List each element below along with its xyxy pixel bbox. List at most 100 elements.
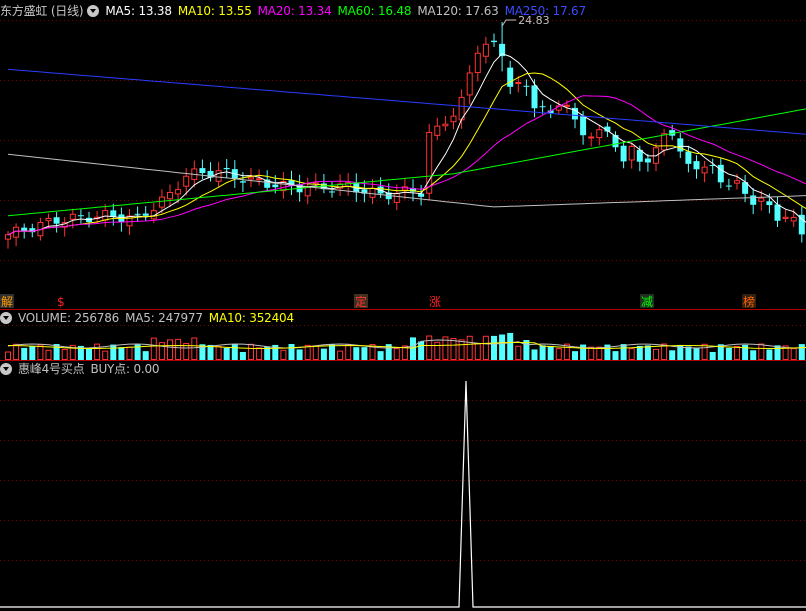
candle-up bbox=[782, 216, 789, 219]
candle-up bbox=[369, 187, 376, 198]
volume-bar bbox=[175, 338, 182, 361]
volume-bar bbox=[539, 345, 546, 360]
volume-bar bbox=[507, 332, 514, 360]
collapse-arrow-icon[interactable] bbox=[87, 5, 100, 17]
volume-bar bbox=[223, 347, 230, 360]
volume-bar bbox=[669, 350, 676, 360]
candle-up bbox=[175, 189, 182, 195]
main-panel-header: 东方盛虹 (日线) MA5: 13.38 MA10: 13.55 MA20: 13.3… bbox=[0, 3, 592, 19]
candle-down bbox=[580, 115, 587, 136]
volume-bar bbox=[158, 342, 165, 360]
volume-bar bbox=[466, 335, 473, 361]
volume-bar bbox=[329, 344, 335, 360]
collapse-arrow-icon[interactable] bbox=[0, 363, 12, 375]
volume-bar bbox=[21, 347, 28, 360]
volume-bar bbox=[709, 351, 716, 360]
candle-up bbox=[758, 197, 765, 202]
candle-up bbox=[248, 176, 254, 180]
volume-bar bbox=[248, 343, 254, 361]
candle-down bbox=[77, 215, 84, 217]
volume-bar bbox=[547, 345, 554, 360]
candle-down bbox=[134, 213, 141, 215]
candle-down bbox=[725, 185, 732, 187]
candle-up bbox=[183, 175, 190, 187]
volume-bar bbox=[499, 334, 506, 360]
volume-bar bbox=[296, 349, 303, 360]
volume-bar bbox=[766, 349, 773, 360]
ma5-label: MA5: 13.38 bbox=[105, 4, 172, 18]
candle-down bbox=[199, 168, 206, 174]
ma250-label: MA250: 17.67 bbox=[504, 4, 586, 18]
volume-bar bbox=[572, 351, 578, 360]
volume-bar bbox=[458, 339, 465, 361]
ma60-label: MA60: 16.48 bbox=[337, 4, 412, 18]
volume-bar bbox=[110, 344, 117, 360]
candle-down bbox=[507, 67, 514, 87]
vol-ma5-label: MA5: 247977 bbox=[125, 311, 203, 325]
volume-bar bbox=[150, 337, 157, 360]
volume-bar bbox=[45, 349, 52, 361]
candle-down bbox=[491, 40, 497, 43]
candle-up bbox=[588, 136, 595, 139]
vol-ma10-label: MA10: 352404 bbox=[208, 311, 294, 325]
candle-down bbox=[329, 191, 335, 193]
volume-bar bbox=[580, 344, 587, 360]
candle-down bbox=[223, 167, 230, 170]
candle-down bbox=[685, 151, 692, 164]
candle-down bbox=[693, 161, 700, 170]
volume-label: VOLUME: 256786 bbox=[18, 311, 120, 325]
candle-down bbox=[53, 217, 60, 224]
candle-down bbox=[677, 138, 684, 152]
candle-up bbox=[5, 234, 11, 240]
ma20-line bbox=[7, 95, 806, 236]
candle-up bbox=[426, 131, 433, 194]
volume-bar bbox=[361, 347, 368, 360]
ma250-line bbox=[7, 68, 806, 135]
volume-panel-header: VOLUME: 256786 MA5: 247977 MA10: 352404 bbox=[0, 310, 300, 326]
volume-bar bbox=[280, 349, 287, 360]
volume-bar bbox=[426, 335, 433, 360]
volume-bar bbox=[790, 348, 797, 360]
indicator-title: 惠峰4号买点 bbox=[18, 362, 85, 376]
signal-marker: 定 bbox=[355, 294, 367, 309]
signal-marker: 涨 bbox=[429, 294, 441, 309]
signal-marker: 解 bbox=[1, 295, 13, 309]
candle-up bbox=[442, 123, 449, 127]
candle-down bbox=[644, 158, 651, 163]
volume-bar bbox=[288, 344, 295, 360]
volume-bar bbox=[256, 347, 263, 361]
volume-bar bbox=[37, 344, 44, 361]
candle-up bbox=[734, 180, 740, 184]
candle-up bbox=[69, 213, 76, 220]
volume-bar bbox=[86, 348, 92, 360]
candle-up bbox=[563, 104, 570, 107]
stock-title: 东方盛虹 (日线) bbox=[0, 4, 84, 18]
volume-bar bbox=[774, 345, 781, 360]
volume-bar bbox=[410, 337, 416, 360]
volume-bar bbox=[701, 343, 708, 361]
candle-up bbox=[215, 170, 222, 182]
indicator-panel-header: 惠峰4号买点 BUY点: 0.00 bbox=[0, 361, 165, 377]
volume-bar bbox=[312, 345, 319, 360]
candle-up bbox=[474, 52, 481, 74]
buy-point-line bbox=[0, 380, 806, 608]
ma120-label: MA120: 17.63 bbox=[417, 4, 499, 18]
volume-bar bbox=[555, 348, 562, 360]
candle-up bbox=[790, 216, 797, 222]
volume-bar bbox=[620, 344, 627, 360]
volume-bar bbox=[61, 348, 68, 360]
volume-bar bbox=[118, 347, 125, 360]
volume-bar bbox=[644, 345, 651, 360]
candle-down bbox=[531, 85, 538, 109]
ma10-label: MA10: 13.55 bbox=[177, 4, 252, 18]
candle-up bbox=[304, 186, 311, 197]
volume-bar bbox=[377, 351, 384, 360]
volume-bar bbox=[474, 343, 481, 360]
candle-down bbox=[239, 181, 246, 183]
candle-up bbox=[661, 133, 668, 151]
collapse-arrow-icon[interactable] bbox=[0, 312, 12, 324]
candle-down bbox=[539, 106, 546, 108]
candle-down bbox=[750, 195, 757, 205]
signal-marker: 减 bbox=[641, 295, 653, 309]
stock-chart[interactable]: 24.83解 $ 定涨减榜 bbox=[0, 0, 806, 611]
